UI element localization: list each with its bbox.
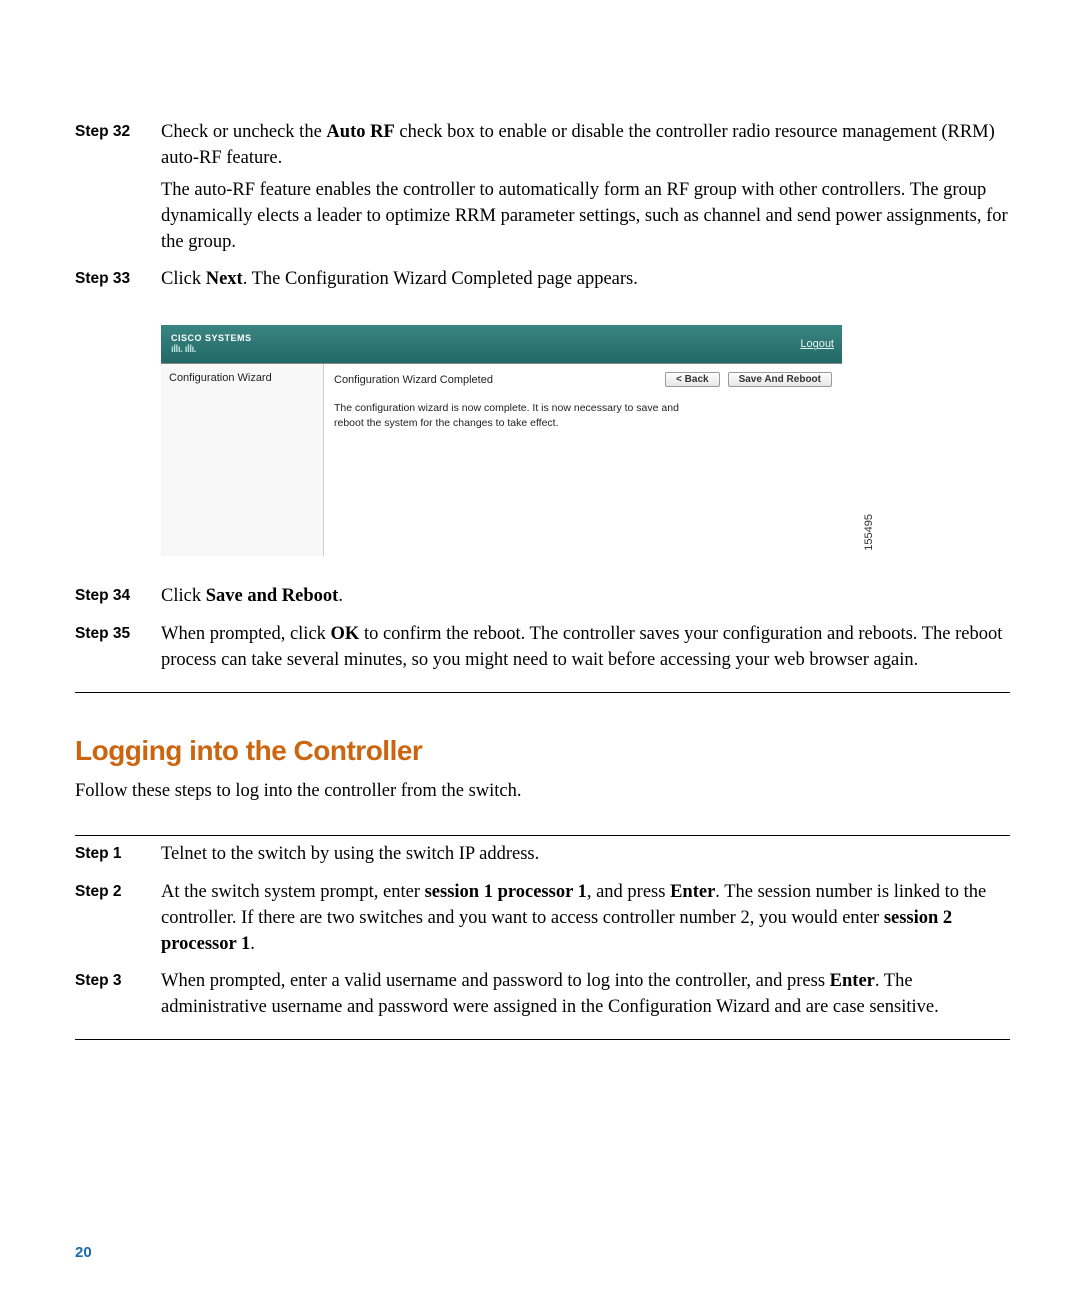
step-paragraph: Click Save and Reboot. (161, 584, 1010, 610)
wizard-completed-title: Configuration Wizard Completed (334, 374, 493, 386)
figure-id: 155495 (863, 514, 875, 551)
bold-text: Auto RF (326, 122, 394, 142)
bold-text: Enter (830, 971, 875, 991)
section-intro: Follow these steps to log into the contr… (75, 779, 1010, 805)
steps-block-after-screenshot: Step 34Click Save and Reboot.Step 35When… (75, 584, 1010, 693)
cisco-logo: CISCO SYSTEMS ıllı. ıllı. (171, 334, 252, 355)
step-content: When prompted, click OK to confirm the r… (161, 622, 1010, 680)
step-paragraph: At the switch system prompt, enter sessi… (161, 880, 1010, 958)
step-paragraph: When prompted, enter a valid username an… (161, 969, 1010, 1021)
sidebar-title: Configuration Wizard (169, 372, 272, 384)
step-row: Step 34Click Save and Reboot. (75, 584, 1010, 616)
step-row: Step 2At the switch system prompt, enter… (75, 880, 1010, 964)
bold-text: Next (206, 269, 243, 289)
wizard-completed-description: The configuration wizard is now complete… (334, 401, 684, 429)
logout-link[interactable]: Logout (800, 338, 834, 350)
step-paragraph: When prompted, click OK to confirm the r… (161, 622, 1010, 674)
bold-text: session 1 processor 1 (425, 882, 587, 902)
step-paragraph: Check or uncheck the Auto RF check box t… (161, 120, 1010, 172)
step-row: Step 1Telnet to the switch by using the … (75, 842, 1010, 874)
step-paragraph: Click Next. The Configuration Wizard Com… (161, 267, 1010, 293)
back-button[interactable]: < Back (665, 372, 720, 387)
step-label: Step 3 (75, 969, 161, 990)
section-heading: Logging into the Controller (75, 735, 1010, 767)
screenshot-main: Configuration Wizard Completed < Back Sa… (324, 364, 842, 556)
step-label: Step 34 (75, 584, 161, 605)
step-paragraph: The auto-RF feature enables the controll… (161, 178, 1010, 256)
bold-text: session 2 processor 1 (161, 908, 952, 954)
step-row: Step 35When prompted, click OK to confir… (75, 622, 1010, 680)
step-content: When prompted, enter a valid username an… (161, 969, 1010, 1027)
step-label: Step 1 (75, 842, 161, 863)
step-row: Step 33Click Next. The Configuration Wiz… (75, 267, 1010, 299)
screenshot-figure: CISCO SYSTEMS ıllı. ıllı. Logout Configu… (161, 325, 871, 556)
step-content: At the switch system prompt, enter sessi… (161, 880, 1010, 964)
step-label: Step 33 (75, 267, 161, 288)
step-row: Step 32Check or uncheck the Auto RF chec… (75, 120, 1010, 261)
bold-text: Enter (670, 882, 715, 902)
step-paragraph: Telnet to the switch by using the switch… (161, 842, 1010, 868)
step-content: Telnet to the switch by using the switch… (161, 842, 1010, 874)
bold-text: Save and Reboot (206, 586, 339, 606)
step-content: Click Save and Reboot. (161, 584, 1010, 616)
bold-text: OK (331, 624, 360, 644)
step-row: Step 3When prompted, enter a valid usern… (75, 969, 1010, 1027)
step-label: Step 2 (75, 880, 161, 901)
steps-block-bottom: Step 1Telnet to the switch by using the … (75, 835, 1010, 1040)
logo-bars-icon: ıllı. ıllı. (171, 344, 252, 355)
steps-block-top: Step 32Check or uncheck the Auto RF chec… (75, 120, 1010, 299)
step-content: Check or uncheck the Auto RF check box t… (161, 120, 1010, 261)
save-and-reboot-button[interactable]: Save And Reboot (728, 372, 832, 387)
step-content: Click Next. The Configuration Wizard Com… (161, 267, 1010, 299)
screenshot-header: CISCO SYSTEMS ıllı. ıllı. Logout (161, 325, 842, 363)
page-number: 20 (75, 1244, 92, 1261)
logo-text: CISCO SYSTEMS (171, 334, 252, 344)
step-label: Step 35 (75, 622, 161, 643)
screenshot-sidebar: Configuration Wizard (161, 364, 324, 556)
step-label: Step 32 (75, 120, 161, 141)
